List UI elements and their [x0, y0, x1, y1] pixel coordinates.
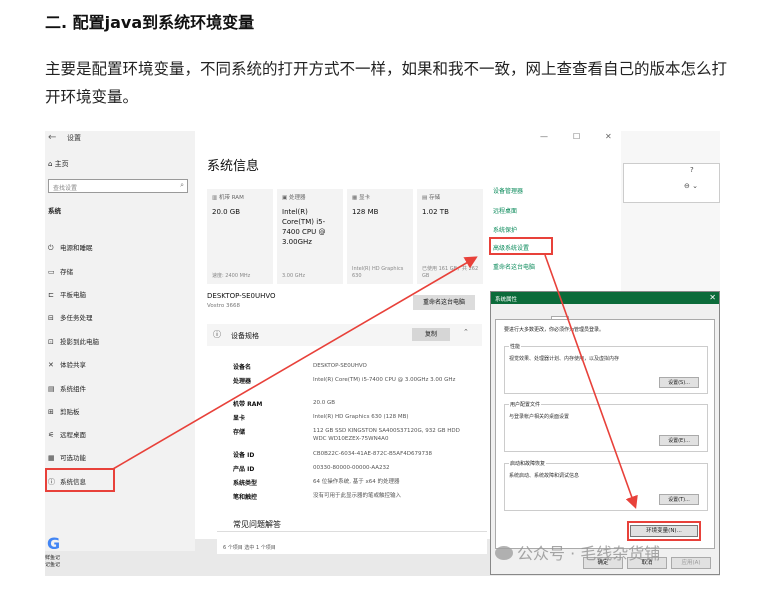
- wechat-watermark: 公众号 · 毛线杂货铺: [495, 540, 660, 564]
- article-heading: 二. 配置java到系统环境变量: [45, 13, 255, 32]
- arrow-advanced-to-env: [544, 254, 638, 510]
- wechat-icon: [495, 546, 513, 560]
- watermark-text: 公众号 · 毛线杂货铺: [517, 544, 661, 563]
- arrow-about-to-advanced: [112, 256, 478, 470]
- tutorial-screenshot: ← 设置 ⌂ 主页 查找设置 ⌕ 系统 ⏻ 电源和睡眠 ▭ 存储 ⊏ 平板电脑 ⊟ 多任…: [45, 131, 720, 576]
- article-paragraph: 主要是配置环境变量，不同系统的打开方式不一样，如果和我不一致，网上查查看自己的版…: [45, 60, 728, 106]
- annotation-arrows: [112, 254, 638, 510]
